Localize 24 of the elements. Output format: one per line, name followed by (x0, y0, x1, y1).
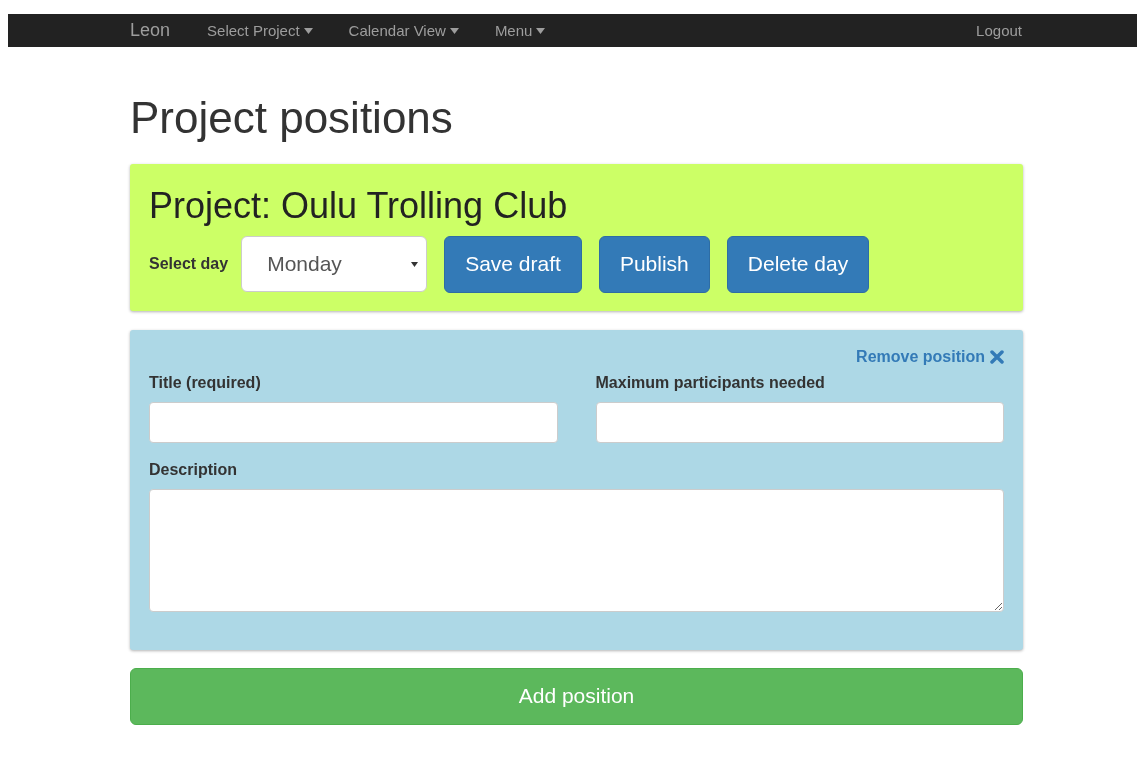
field-label: Description (149, 461, 238, 479)
close-icon (990, 350, 1004, 364)
nav-menu[interactable]: Menu (494, 22, 546, 39)
action-button[interactable]: Save draft (444, 236, 582, 293)
remove-position-link[interactable]: Remove position (856, 348, 1004, 366)
brand-name[interactable]: Leon (130, 20, 171, 41)
day-select[interactable]: Monday (241, 236, 428, 293)
logout-link[interactable]: Logout (976, 22, 1022, 39)
page-title: Project positions (130, 94, 454, 143)
nav-menu[interactable]: Calendar View (348, 22, 459, 39)
input-field[interactable] (595, 402, 1004, 443)
description-field[interactable] (149, 489, 1004, 612)
caret-icon (536, 27, 546, 34)
action-button[interactable]: Delete day (726, 236, 870, 293)
caret-icon (303, 27, 313, 34)
field-label: Maximum participants needed (595, 374, 826, 392)
nav-menu[interactable]: Select Project (207, 22, 313, 39)
field-label: Select day (149, 255, 229, 274)
action-button[interactable]: Publish (598, 236, 710, 293)
input-field[interactable] (149, 402, 558, 443)
caret-icon (449, 27, 459, 34)
field-label: Title (required) (149, 374, 262, 392)
project-title: Project: Oulu Trolling Club (149, 186, 569, 226)
caret-icon (411, 262, 419, 267)
